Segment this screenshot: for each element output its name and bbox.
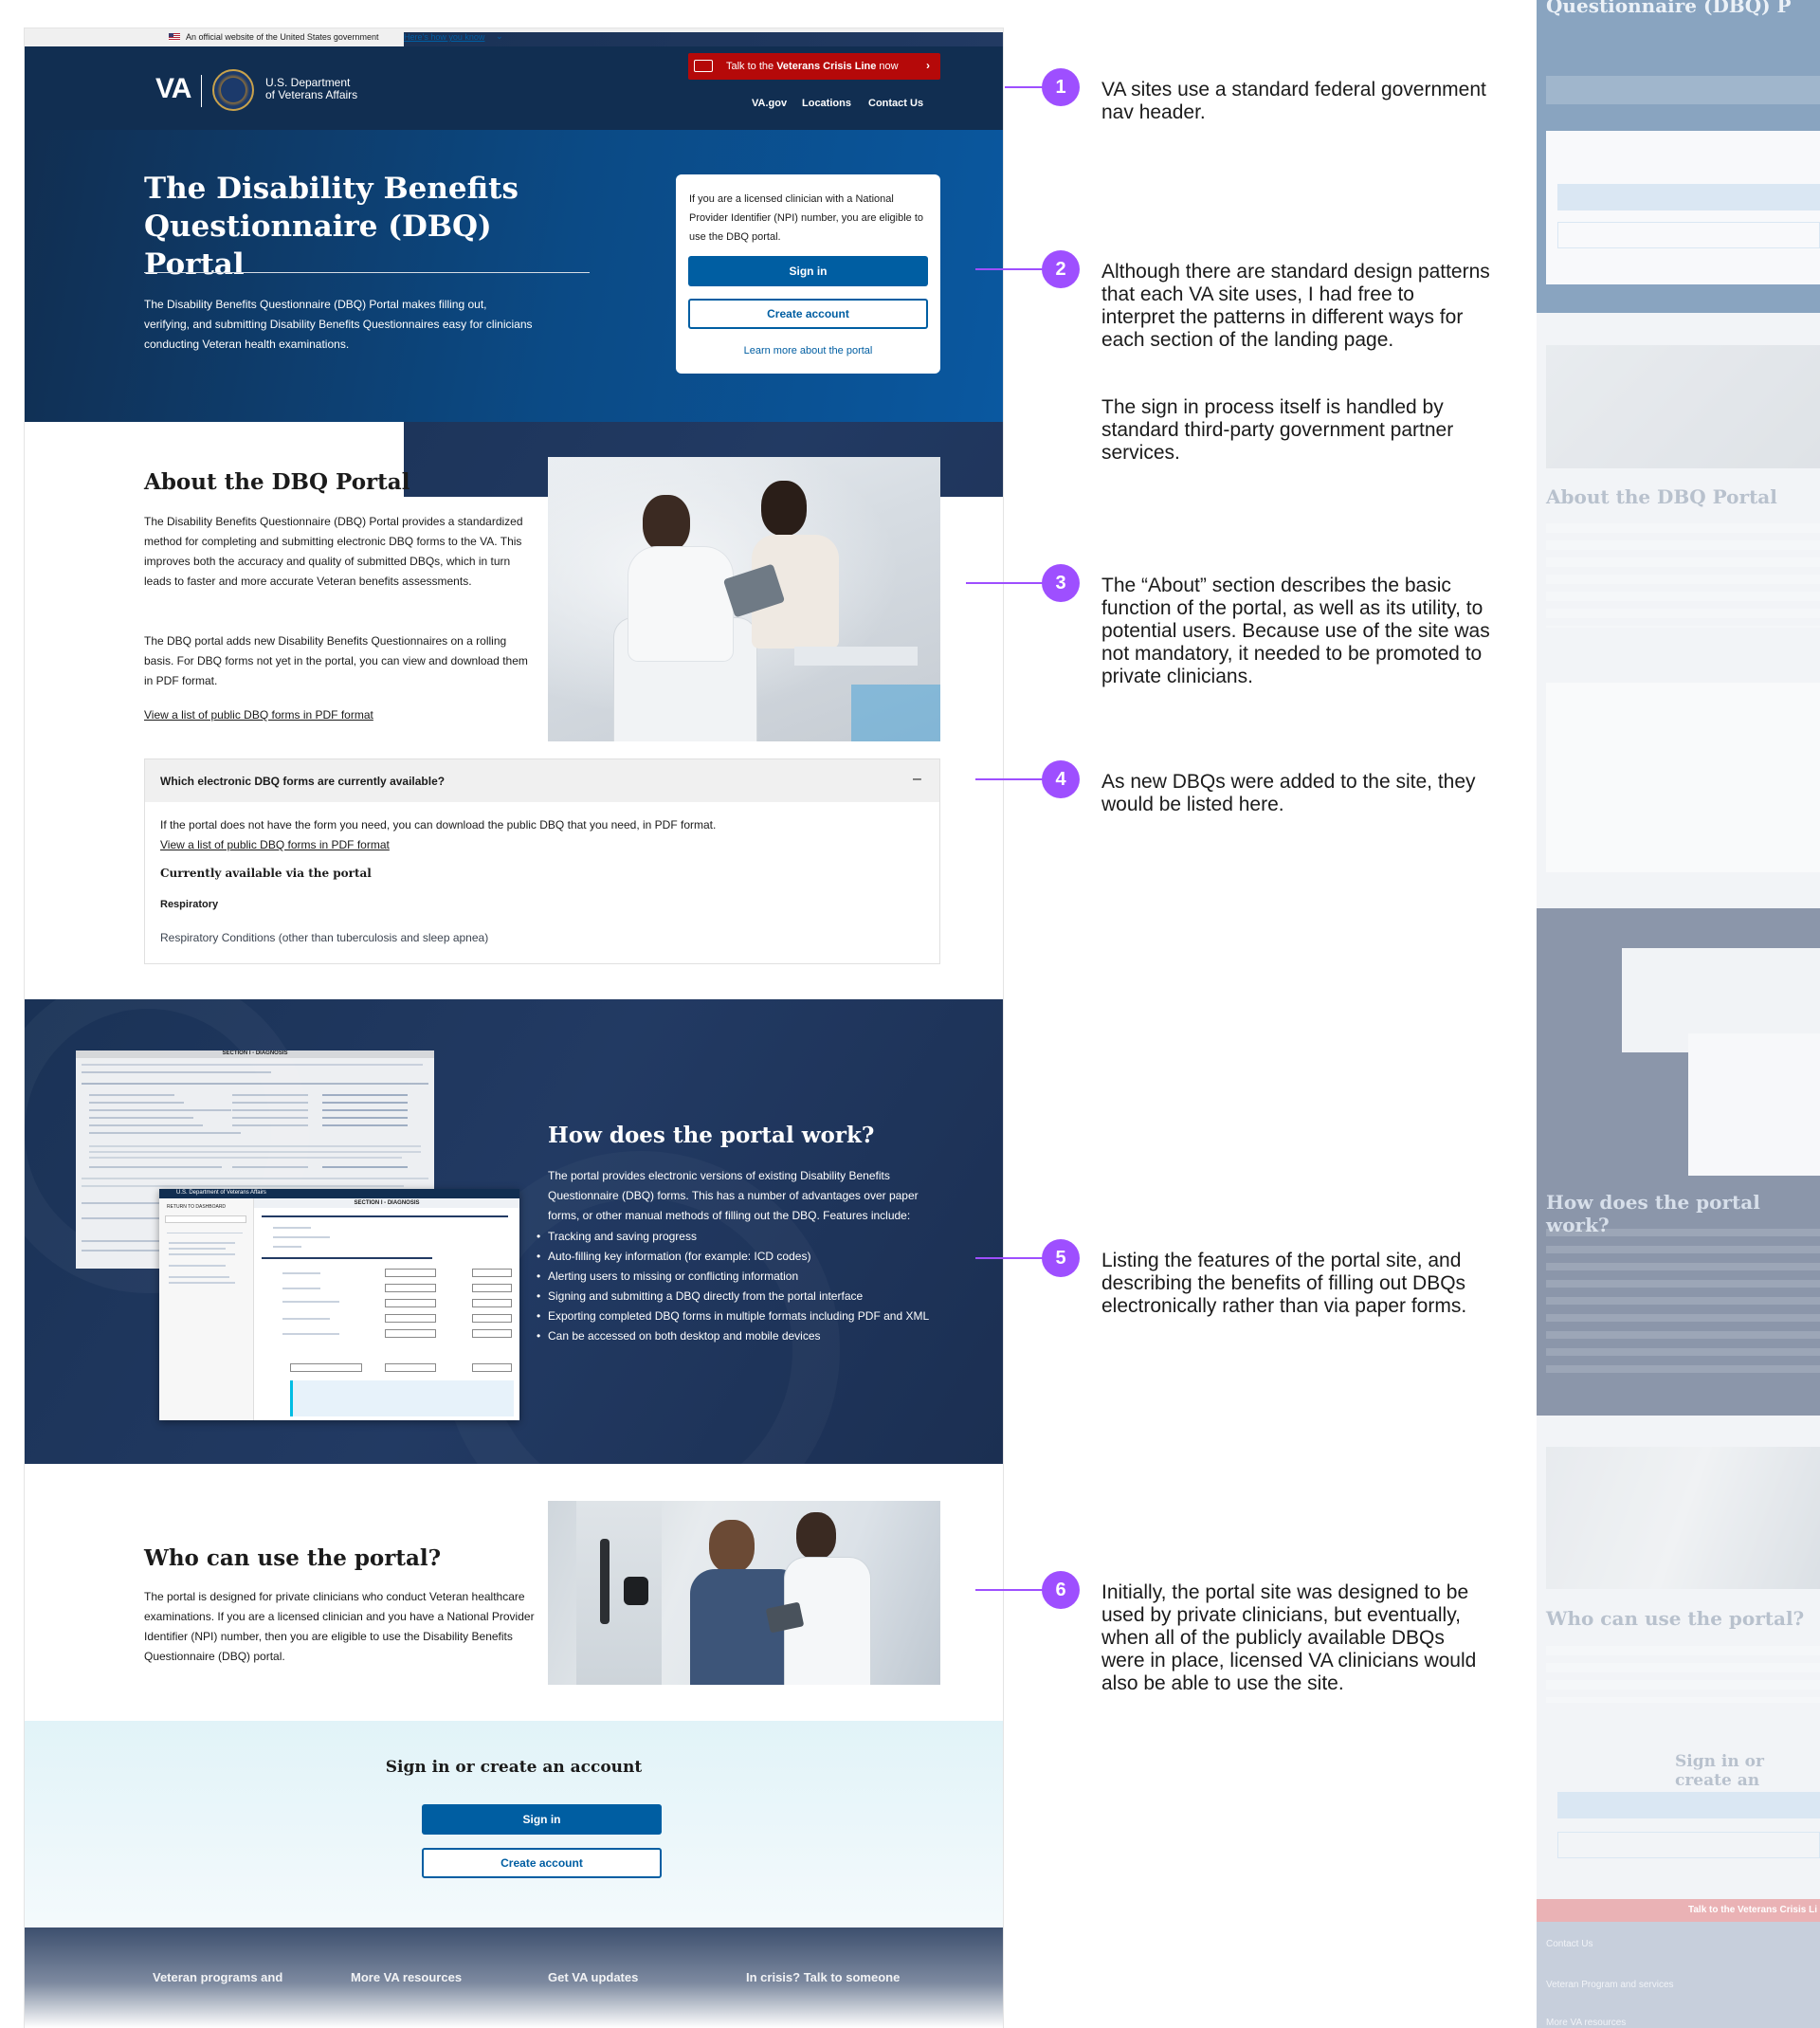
callout-3-connector xyxy=(966,582,1043,584)
signup-create-account-button[interactable]: Create account xyxy=(422,1848,662,1878)
callout-5-connector xyxy=(975,1257,1043,1259)
feature-item: Can be accessed on both desktop and mobi… xyxy=(537,1326,946,1346)
feature-item: Alerting users to missing or conflicting… xyxy=(537,1267,946,1287)
who-text: The portal is designed for private clini… xyxy=(144,1590,535,1663)
page-title: The Disability Benefits Questionnaire (D… xyxy=(144,172,519,282)
site-header: Talk to the Veterans Crisis Line now › V… xyxy=(25,46,1003,130)
mobile-footer-link-2: Veteran Program and services xyxy=(1546,1980,1674,1990)
category-heading: Respiratory xyxy=(160,899,219,910)
callout-text-3: The “About” section describes the basic … xyxy=(1101,575,1490,687)
currently-available-heading: Currently available via the portal xyxy=(160,867,372,880)
signup-section: Sign in or create an account Sign in Cre… xyxy=(25,1721,1003,1928)
nav-link-vagov[interactable]: VA.gov xyxy=(752,98,787,109)
callout-6-connector xyxy=(975,1589,1043,1591)
accordion-title: Which electronic DBQ forms are currently… xyxy=(160,775,446,788)
feature-item: Tracking and saving progress xyxy=(537,1227,946,1247)
mobile-footer-link-3: More VA resources xyxy=(1546,2018,1627,2028)
digital-form-screenshot: U.S. Department of Veterans Affairs RETU… xyxy=(159,1189,519,1420)
accordion-text: If the portal does not have the form you… xyxy=(160,818,717,831)
footer-col-4[interactable]: In crisis? Talk to someone xyxy=(746,1970,900,1984)
callout-badge-1: 1 xyxy=(1042,68,1080,106)
clinician-patient-photo xyxy=(548,457,940,741)
callout-badge-3: 3 xyxy=(1042,564,1080,602)
footer-col-3[interactable]: Get VA updates xyxy=(548,1970,638,1984)
sign-in-card: If you are a licensed clinician with a N… xyxy=(676,174,940,374)
chevron-right-icon: › xyxy=(926,59,930,72)
mobile-who-heading: Who can use the portal? xyxy=(1546,1607,1805,1630)
callout-badge-4: 4 xyxy=(1042,760,1080,798)
callout-text-4: As new DBQs were added to the site, they… xyxy=(1101,771,1476,815)
how-intro: The portal provides electronic versions … xyxy=(548,1169,919,1222)
site-footer: Veteran programs and More VA resources G… xyxy=(25,1928,1003,2028)
who-heading: Who can use the portal? xyxy=(144,1545,442,1571)
feature-item: Signing and submitting a DBQ directly fr… xyxy=(537,1287,946,1306)
callout-badge-2: 2 xyxy=(1042,250,1080,288)
accordion-header[interactable]: Which electronic DBQ forms are currently… xyxy=(145,759,939,802)
feature-item: Auto-filling key information (for exampl… xyxy=(537,1247,946,1267)
about-heading: About the DBQ Portal xyxy=(144,469,410,495)
form-item: Respiratory Conditions (other than tuber… xyxy=(160,931,489,944)
how-it-works-section: SECTION I - DIAGNOSIS U.S. Department of… xyxy=(25,999,1003,1464)
callout-text-5: Listing the features of the portal site,… xyxy=(1101,1250,1467,1317)
eligibility-text: If you are a licensed clinician with a N… xyxy=(689,193,924,243)
signup-heading: Sign in or create an account xyxy=(385,1758,643,1777)
sign-in-button[interactable]: Sign in xyxy=(688,256,928,286)
callout-text-2: Although there are standard design patte… xyxy=(1101,261,1490,351)
mobile-page-mockup: Questionnaire (DBQ) P About the DBQ Port… xyxy=(1537,0,1820,2028)
doctor-patient-photo xyxy=(548,1501,940,1685)
va-logo[interactable]: VA xyxy=(155,73,191,105)
about-paragraph-2: The DBQ portal adds new Disability Benef… xyxy=(144,634,528,687)
pdf-forms-link[interactable]: View a list of public DBQ forms in PDF f… xyxy=(144,705,373,725)
features-list: Tracking and saving progress Auto-fillin… xyxy=(537,1227,946,1346)
learn-more-link[interactable]: Learn more about the portal xyxy=(676,345,940,356)
callout-2-connector xyxy=(975,268,1043,270)
create-account-button[interactable]: Create account xyxy=(688,299,928,329)
chevron-down-icon[interactable]: ⌄ xyxy=(496,31,503,42)
department-name: U.S. Department of Veterans Affairs xyxy=(265,76,358,101)
hero-divider xyxy=(144,272,590,273)
mobile-signup-heading: Sign in or create an xyxy=(1675,1752,1764,1790)
feature-item: Exporting completed DBQ forms in multipl… xyxy=(537,1306,946,1326)
callout-1-connector xyxy=(1005,86,1043,88)
mobile-title: Questionnaire (DBQ) P xyxy=(1546,0,1792,17)
callout-text-6: Initially, the portal site was designed … xyxy=(1101,1581,1477,1694)
crisis-line-label: Talk to the Veterans Crisis Line now xyxy=(726,61,899,72)
callout-4-connector xyxy=(975,778,1043,780)
hero-description: The Disability Benefits Questionnaire (D… xyxy=(144,298,533,351)
desktop-page-mockup: An official website of the United States… xyxy=(25,28,1003,2028)
accordion-pdf-link[interactable]: View a list of public DBQ forms in PDF f… xyxy=(160,835,390,855)
nav-link-contact-us[interactable]: Contact Us xyxy=(868,98,923,109)
callout-text-2b: The sign in process itself is handled by… xyxy=(1101,396,1454,464)
callout-text-1: VA sites use a standard federal governme… xyxy=(1101,79,1486,123)
signup-sign-in-button[interactable]: Sign in xyxy=(422,1804,662,1835)
callout-badge-5: 5 xyxy=(1042,1239,1080,1277)
mobile-crisis-bar: Talk to the Veterans Crisis Li xyxy=(1537,1899,1820,1922)
hero-section: The Disability Benefits Questionnaire (D… xyxy=(25,130,1003,422)
us-flag-icon xyxy=(169,33,180,41)
collapse-icon[interactable]: – xyxy=(913,771,921,788)
va-seal-icon xyxy=(212,69,254,111)
footer-col-2[interactable]: More VA resources xyxy=(351,1970,462,1984)
mobile-about-heading: About the DBQ Portal xyxy=(1546,485,1777,508)
logo-divider xyxy=(201,75,202,107)
forms-accordion: Which electronic DBQ forms are currently… xyxy=(144,758,940,964)
crisis-line-button[interactable]: Talk to the Veterans Crisis Line now › xyxy=(688,53,940,80)
chat-icon xyxy=(694,60,713,72)
footer-col-1[interactable]: Veteran programs and xyxy=(153,1970,282,1984)
gov-banner-text: An official website of the United States… xyxy=(186,32,379,42)
nav-link-locations[interactable]: Locations xyxy=(802,98,851,109)
callout-badge-6: 6 xyxy=(1042,1571,1080,1609)
gov-banner: An official website of the United States… xyxy=(25,28,1003,497)
how-heading: How does the portal work? xyxy=(548,1123,875,1148)
about-paragraph-1: The Disability Benefits Questionnaire (D… xyxy=(144,515,523,588)
mobile-footer-link-1: Contact Us xyxy=(1546,1939,1593,1949)
